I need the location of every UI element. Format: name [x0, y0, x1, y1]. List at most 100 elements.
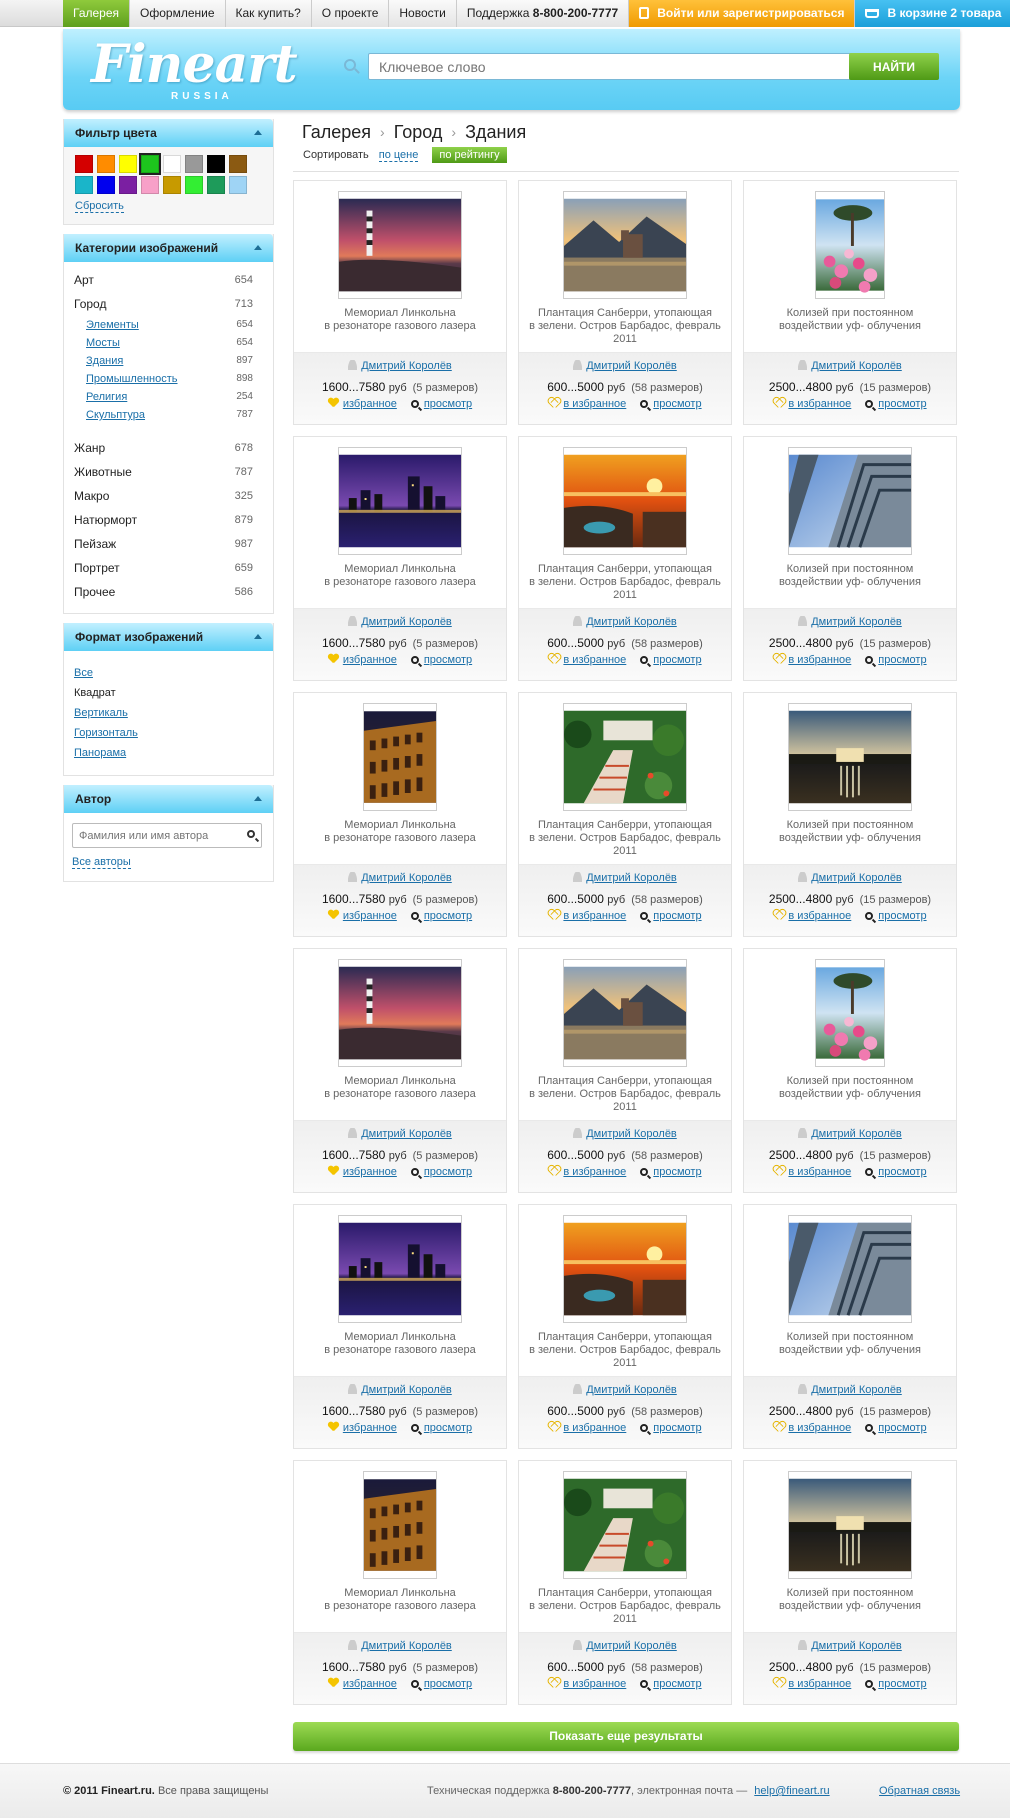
category-item[interactable]: Животные 787 [64, 460, 273, 484]
artwork-image[interactable] [363, 703, 437, 811]
artwork-image[interactable] [788, 1215, 912, 1323]
category-item[interactable]: Город 713 [64, 292, 273, 316]
artwork-image[interactable] [363, 1471, 437, 1579]
heart-icon[interactable] [548, 1166, 559, 1176]
color-swatch[interactable] [185, 176, 203, 194]
view-link[interactable]: просмотр [424, 654, 472, 666]
author-link[interactable]: Дмитрий Королёв [586, 1640, 677, 1652]
format-panorama[interactable]: Панорама [74, 743, 263, 763]
collapse-arrow-icon[interactable] [254, 634, 262, 639]
collapse-arrow-icon[interactable] [254, 796, 262, 801]
artwork-image[interactable] [338, 447, 462, 555]
author-header[interactable]: Автор [64, 785, 273, 813]
view-link[interactable]: просмотр [424, 910, 472, 922]
magnifier-icon[interactable] [640, 912, 649, 920]
magnifier-icon[interactable] [410, 912, 419, 920]
favorite-link[interactable]: в избранное [563, 1678, 626, 1690]
view-link[interactable]: просмотр [878, 1678, 926, 1690]
nav-design[interactable]: Оформление [130, 0, 226, 27]
view-link[interactable]: просмотр [878, 910, 926, 922]
breadcrumb-gallery[interactable]: Галерея [302, 122, 371, 143]
artwork-image[interactable] [338, 1215, 462, 1323]
artwork-title[interactable]: Колизей при постоянном воздействии уф- об… [754, 1331, 946, 1357]
magnifier-icon[interactable] [640, 1424, 649, 1432]
artwork-image[interactable] [788, 1471, 912, 1579]
favorite-link[interactable]: в избранное [788, 910, 851, 922]
author-link[interactable]: Дмитрий Королёв [586, 360, 677, 372]
subcategory-item[interactable]: Промышленность 898 [64, 370, 273, 388]
view-link[interactable]: просмотр [878, 398, 926, 410]
artwork-image[interactable] [815, 191, 885, 299]
author-link[interactable]: Дмитрий Королёв [361, 1640, 452, 1652]
magnifier-icon[interactable] [640, 1680, 649, 1688]
color-swatch[interactable] [229, 176, 247, 194]
search-button[interactable]: НАЙТИ [849, 53, 939, 80]
magnifier-icon[interactable] [865, 1168, 874, 1176]
view-link[interactable]: просмотр [424, 1166, 472, 1178]
color-swatch[interactable] [163, 155, 181, 173]
view-link[interactable]: просмотр [653, 1422, 701, 1434]
subcategory-item[interactable]: Мосты 654 [64, 334, 273, 352]
subcategory-item[interactable]: Скульптура 787 [64, 406, 273, 424]
favorite-link[interactable]: в избранное [788, 1166, 851, 1178]
magnifier-icon[interactable] [865, 400, 874, 408]
author-link[interactable]: Дмитрий Королёв [811, 1128, 902, 1140]
favorite-link[interactable]: избранное [343, 398, 397, 410]
artwork-title[interactable]: Мемориал Линкольна в резонаторе газового … [304, 563, 496, 589]
heart-icon[interactable] [548, 910, 559, 920]
heart-icon[interactable] [328, 1678, 339, 1688]
format-all[interactable]: Все [74, 663, 263, 683]
magnifier-icon[interactable] [865, 912, 874, 920]
author-link[interactable]: Дмитрий Королёв [361, 616, 452, 628]
color-swatch[interactable] [119, 155, 137, 173]
magnifier-icon[interactable] [410, 1680, 419, 1688]
search-icon[interactable] [247, 830, 255, 838]
subcategory-item[interactable]: Религия 254 [64, 388, 273, 406]
category-item[interactable]: Натюрморт 879 [64, 508, 273, 532]
magnifier-icon[interactable] [865, 656, 874, 664]
artwork-title[interactable]: Плантация Санберри, утопающая в зелени. О… [529, 1075, 721, 1114]
author-link[interactable]: Дмитрий Королёв [586, 1384, 677, 1396]
sort-by-rating[interactable]: по рейтингу [432, 147, 507, 163]
artwork-title[interactable]: Мемориал Линкольна в резонаторе газового … [304, 307, 496, 333]
artwork-title[interactable]: Плантация Санберри, утопающая в зелени. О… [529, 1587, 721, 1626]
author-link[interactable]: Дмитрий Королёв [361, 1128, 452, 1140]
color-swatch[interactable] [207, 155, 225, 173]
heart-icon[interactable] [773, 1166, 784, 1176]
footer-email-link[interactable]: help@fineart.ru [754, 1785, 829, 1797]
author-link[interactable]: Дмитрий Королёв [361, 360, 452, 372]
artwork-title[interactable]: Колизей при постоянном воздействии уф- об… [754, 1587, 946, 1613]
artwork-title[interactable]: Мемориал Линкольна в резонаторе газового … [304, 819, 496, 845]
author-link[interactable]: Дмитрий Королёв [361, 872, 452, 884]
magnifier-icon[interactable] [640, 656, 649, 664]
subcategory-item[interactable]: Здания 897 [64, 352, 273, 370]
view-link[interactable]: просмотр [424, 1678, 472, 1690]
subcategory-item[interactable]: Элементы 654 [64, 316, 273, 334]
author-link[interactable]: Дмитрий Королёв [811, 1384, 902, 1396]
all-authors-link[interactable]: Все авторы [72, 856, 131, 869]
artwork-image[interactable] [563, 959, 687, 1067]
heart-icon[interactable] [773, 910, 784, 920]
color-swatch[interactable] [119, 176, 137, 194]
author-link[interactable]: Дмитрий Королёв [811, 360, 902, 372]
favorite-link[interactable]: в избранное [788, 654, 851, 666]
artwork-title[interactable]: Плантация Санберри, утопающая в зелени. О… [529, 563, 721, 602]
magnifier-icon[interactable] [640, 400, 649, 408]
heart-icon[interactable] [328, 1422, 339, 1432]
artwork-title[interactable]: Плантация Санберри, утопающая в зелени. О… [529, 819, 721, 858]
logo[interactable]: Fineart [91, 34, 298, 95]
favorite-link[interactable]: в избранное [563, 910, 626, 922]
view-link[interactable]: просмотр [653, 654, 701, 666]
artwork-title[interactable]: Мемориал Линкольна в резонаторе газового … [304, 1075, 496, 1101]
color-filter-header[interactable]: Фильтр цвета [64, 119, 273, 147]
category-item[interactable]: Макро 325 [64, 484, 273, 508]
artwork-title[interactable]: Колизей при постоянном воздействии уф- об… [754, 563, 946, 589]
view-link[interactable]: просмотр [424, 398, 472, 410]
author-search-input[interactable] [72, 823, 262, 848]
magnifier-icon[interactable] [410, 1168, 419, 1176]
view-link[interactable]: просмотр [653, 1678, 701, 1690]
heart-icon[interactable] [328, 398, 339, 408]
magnifier-icon[interactable] [410, 400, 419, 408]
view-link[interactable]: просмотр [878, 1422, 926, 1434]
author-link[interactable]: Дмитрий Королёв [811, 872, 902, 884]
